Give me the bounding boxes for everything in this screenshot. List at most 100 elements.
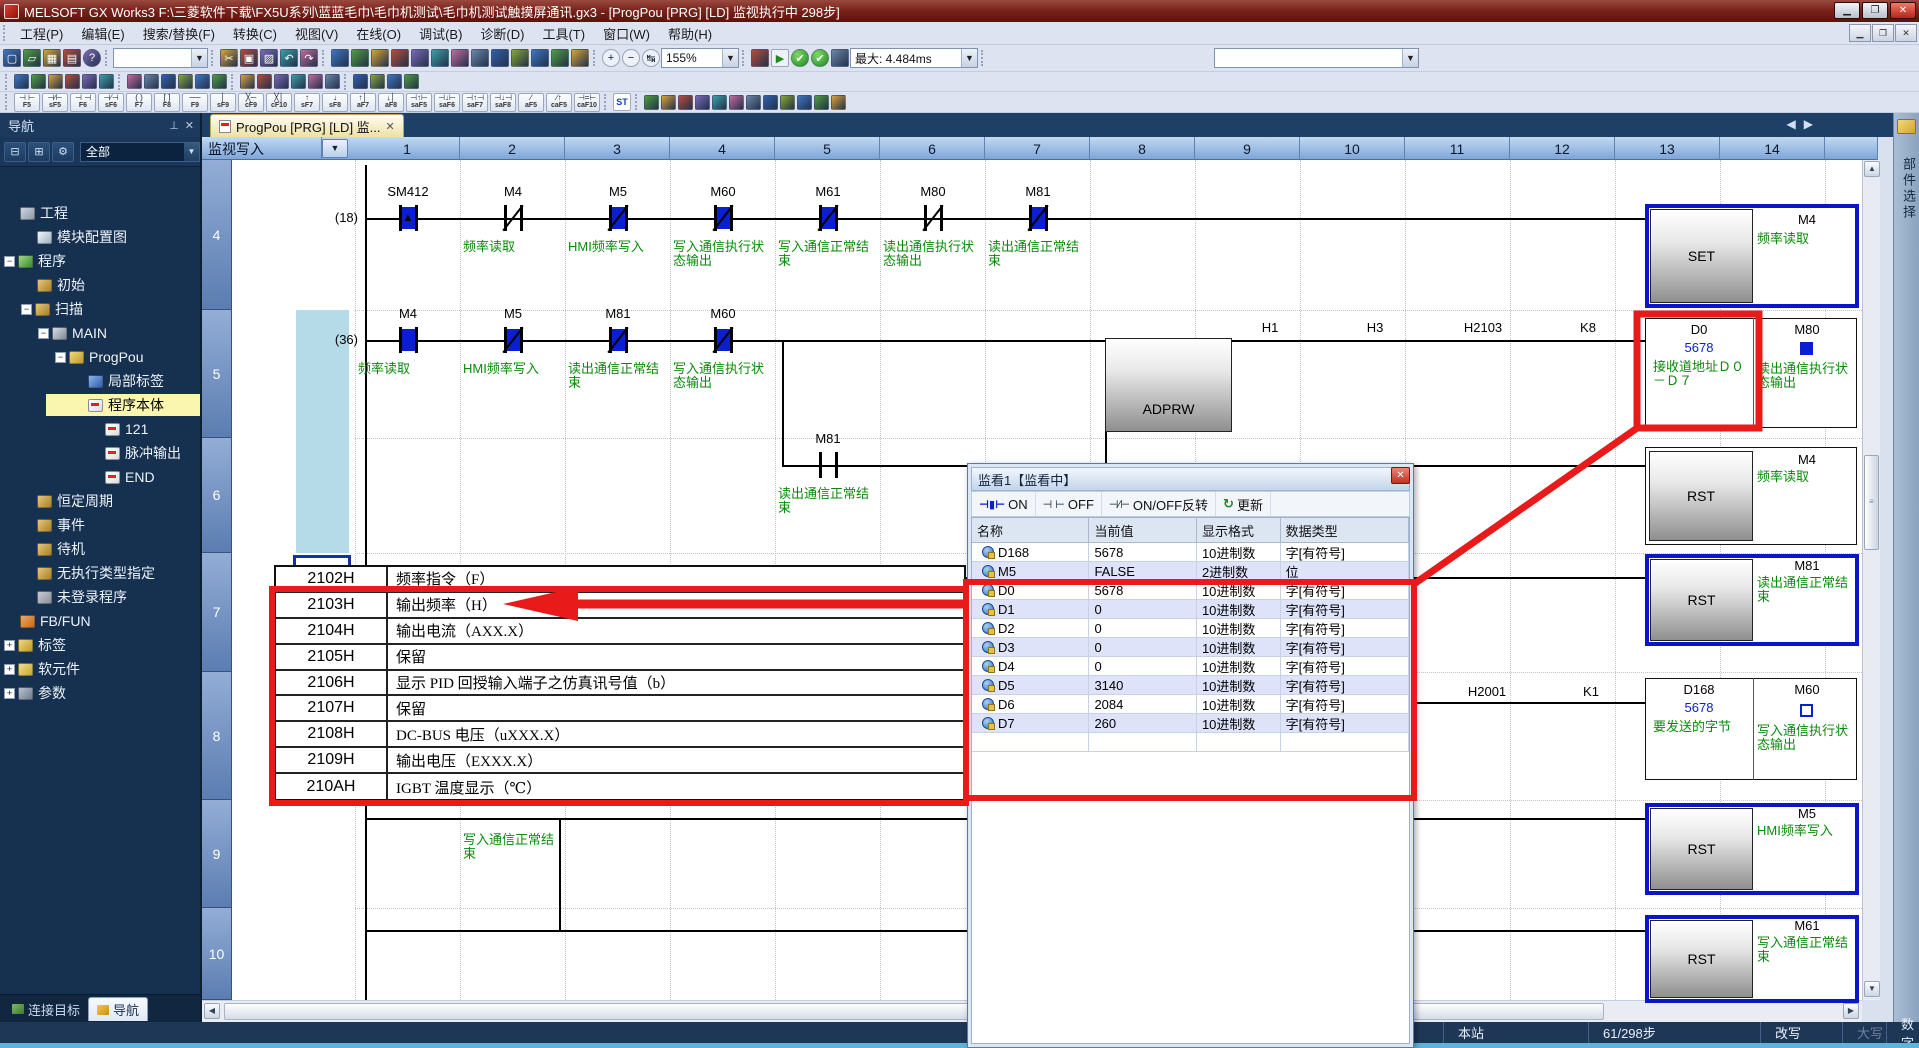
- ladder-symbol-F8[interactable]: [ ]F8: [154, 93, 180, 112]
- device-list-icon[interactable]: [511, 49, 529, 67]
- watch-row-D7[interactable]: D726010进制数字[有符号]: [972, 714, 1409, 733]
- instruction-box-ADPRW[interactable]: ADPRW: [1105, 338, 1232, 432]
- instruction-box-RST[interactable]: RST: [1649, 451, 1753, 541]
- sidebar-item-参数[interactable]: +参数: [0, 681, 200, 705]
- watch-row-D6[interactable]: D6208410进制数字[有符号]: [972, 695, 1409, 714]
- jump-icon[interactable]: [729, 95, 744, 110]
- sidebar-item-程序本体[interactable]: 程序本体: [0, 393, 200, 417]
- ladder-symbol-sF7[interactable]: ↑sF7: [294, 93, 320, 112]
- mdi-close-button[interactable]: ✕: [1895, 24, 1917, 42]
- sidebar-item-FB/FUN[interactable]: FB/FUN: [0, 609, 200, 633]
- inline-st-icon[interactable]: [661, 95, 676, 110]
- sidebar-item-软元件[interactable]: +软元件: [0, 657, 200, 681]
- ladder-symbol-sF6[interactable]: ⊣∕⊣sF6: [98, 93, 124, 112]
- menu-item-2[interactable]: 编辑(E): [72, 22, 133, 45]
- ladder-symbol-F6[interactable]: ⊣ ⊣F6: [70, 93, 96, 112]
- chevron-down-icon[interactable]: ▼: [961, 49, 977, 67]
- close-icon[interactable]: ✕: [185, 119, 194, 132]
- ladder-symbol-F7[interactable]: ( )F7: [126, 93, 152, 112]
- menu-item-5[interactable]: 视图(V): [286, 22, 347, 45]
- mdi-restore-button[interactable]: ❐: [1872, 24, 1894, 42]
- module-config-icon[interactable]: [31, 74, 46, 89]
- sidebar-item-程序[interactable]: −程序: [0, 249, 200, 273]
- cut-icon[interactable]: ✂: [220, 49, 238, 67]
- data-output-cell[interactable]: [1645, 318, 1857, 428]
- tree-expand-icon[interactable]: ⊞: [28, 142, 50, 162]
- online-data-icon[interactable]: [212, 74, 227, 89]
- monitor-ok-icon[interactable]: ✔: [791, 49, 809, 67]
- device-comment-icon[interactable]: [531, 49, 549, 67]
- pin-icon[interactable]: ⊥: [169, 119, 179, 132]
- contact-M61[interactable]: [811, 205, 845, 231]
- mdi-minimize-button[interactable]: ▁: [1849, 24, 1871, 42]
- device-comment2-icon[interactable]: [178, 74, 193, 89]
- chevron-down-icon[interactable]: ▼: [1402, 49, 1418, 67]
- collapse-icon[interactable]: −: [21, 304, 32, 315]
- watch-button-ON/OFF反转[interactable]: ⊣∕⊢ON/OFF反转: [1102, 492, 1216, 516]
- pointer-icon[interactable]: [746, 95, 761, 110]
- close-button[interactable]: ✕: [1890, 2, 1916, 19]
- collapse-icon[interactable]: −: [4, 256, 15, 267]
- scan-time-combo[interactable]: 最大: 4.484ms▼: [850, 48, 978, 68]
- ladder-symbol-sF5[interactable]: ⊣∕⊢sF5: [42, 93, 68, 112]
- tab-close-icon[interactable]: ✕: [386, 120, 395, 133]
- contact-M81[interactable]: [811, 452, 845, 478]
- st-view-icon[interactable]: [99, 74, 114, 89]
- instruction-box-SET[interactable]: SET: [1650, 209, 1753, 303]
- sidebar-item-初始[interactable]: 初始: [0, 273, 200, 297]
- sidebar-item-事件[interactable]: 事件: [0, 513, 200, 537]
- window-cascade-icon[interactable]: [387, 74, 402, 89]
- zoom-out-icon[interactable]: −: [622, 49, 640, 67]
- watch-row-empty[interactable]: [972, 733, 1409, 752]
- window-tile-icon[interactable]: [404, 74, 419, 89]
- sidebar-item-恒定周期[interactable]: 恒定周期: [0, 489, 200, 513]
- watch-row-D5[interactable]: D5314010进制数字[有符号]: [972, 676, 1409, 695]
- offline-icon[interactable]: [240, 74, 255, 89]
- sidebar-item-MAIN[interactable]: −MAIN: [0, 321, 200, 345]
- sidebar-item-模块配置图[interactable]: 模块配置图: [0, 225, 200, 249]
- scrollbar-thumb[interactable]: ≡: [1864, 455, 1879, 550]
- nav-tab-连接目标[interactable]: 连接目标: [4, 997, 88, 1021]
- ladder-symbol-aF7[interactable]: ↑│aF7: [350, 93, 376, 112]
- watch-window[interactable]: 监看1【监看中】 ✕ ⊣▮⊢ON⊣ ⊢OFF⊣∕⊢ON/OFF反转↻更新 名称当…: [967, 463, 1414, 1048]
- menu-item-3[interactable]: 搜索/替换(F): [134, 22, 224, 45]
- chevron-down-icon[interactable]: ▼: [322, 139, 348, 158]
- watch-button-OFF[interactable]: ⊣ ⊢OFF: [1036, 492, 1102, 516]
- quick-find-combo[interactable]: ▼: [113, 48, 208, 68]
- device-monitor-icon[interactable]: [391, 49, 409, 67]
- monitor-ok2-icon[interactable]: ✔: [811, 49, 829, 67]
- comment-display-icon[interactable]: [127, 74, 142, 89]
- sidebar-item-121[interactable]: 121: [0, 417, 200, 441]
- intelligent-func-icon[interactable]: [571, 49, 589, 67]
- write-during-run-icon[interactable]: [831, 49, 849, 67]
- watch-button-ON[interactable]: ⊣▮⊢ON: [972, 492, 1036, 516]
- vertical-scrollbar[interactable]: ▲ ≡ ▼: [1862, 160, 1880, 1000]
- ladder-symbol-saF6[interactable]: ⊣↓⊢saF6: [434, 93, 460, 112]
- ladder-symbol-cF10[interactable]: ╳│cF10: [266, 93, 292, 112]
- ladder-symbol-sF8[interactable]: ↓sF8: [322, 93, 348, 112]
- edit-mode-icon[interactable]: [644, 95, 659, 110]
- maximize-button[interactable]: ❐: [1862, 2, 1888, 19]
- ladder-symbol-cF9[interactable]: ╳─cF9: [238, 93, 264, 112]
- nav-tab-导航[interactable]: 导航: [88, 997, 148, 1021]
- watch-row-M5[interactable]: M5FALSE2进制数位: [972, 562, 1409, 581]
- instruction-box-RST[interactable]: RST: [1650, 808, 1753, 890]
- parameter-tb-icon[interactable]: [48, 74, 63, 89]
- ladder-symbol-aF8[interactable]: ↓│aF8: [378, 93, 404, 112]
- tab-progpou[interactable]: ProgPou [PRG] [LD] 监... ✕: [210, 114, 404, 137]
- note-icon[interactable]: [161, 74, 176, 89]
- scroll-right-icon[interactable]: ▶: [1843, 1003, 1859, 1019]
- chevron-down-icon[interactable]: ▼: [191, 49, 207, 67]
- undo-icon[interactable]: ↶: [280, 49, 298, 67]
- save-icon[interactable]: ▦: [43, 49, 61, 67]
- menu-item-4[interactable]: 转换(C): [224, 22, 286, 45]
- sidebar-item-脉冲输出[interactable]: 脉冲输出: [0, 441, 200, 465]
- minimize-button[interactable]: ▁: [1834, 2, 1860, 19]
- copy-icon[interactable]: ▣: [240, 49, 258, 67]
- element-selection-strip[interactable]: 部件选择: [1893, 113, 1919, 1022]
- fb-icon[interactable]: [65, 74, 80, 89]
- selection-combo[interactable]: ▼: [1214, 48, 1419, 68]
- option-icon[interactable]: [370, 74, 385, 89]
- instruction-box-RST[interactable]: RST: [1650, 920, 1753, 998]
- ladder-symbol-aF5[interactable]: ∕aF5: [518, 93, 544, 112]
